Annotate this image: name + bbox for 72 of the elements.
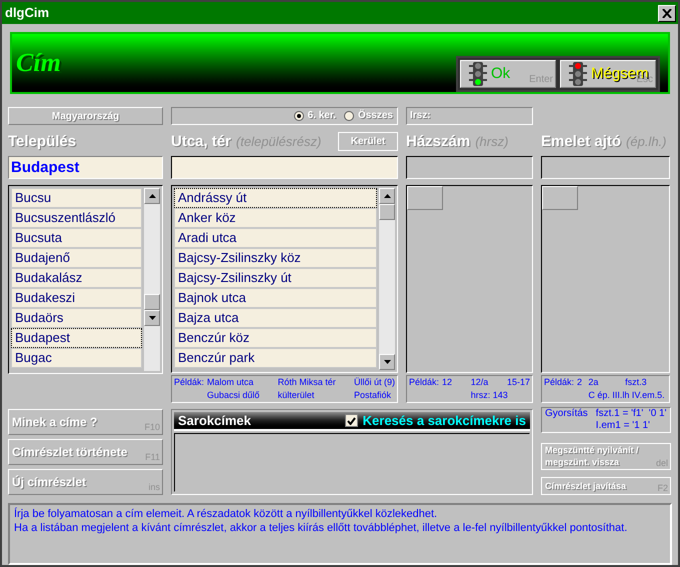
- scroll-up-button[interactable]: [379, 188, 395, 204]
- info-text: Ha a listában megjelent a kívánt címrészlet, akkor a teljes kiírás ellőtt továbbléphet, illetve a le-fel nyílbillentyűkkel pontosíthat.: [14, 521, 628, 535]
- column-heading: Utca, tér: [171, 132, 232, 152]
- floor-door-field[interactable]: [541, 156, 670, 179]
- traffic-light-icon: [569, 62, 587, 86]
- list-item[interactable]: Budajenő: [11, 248, 142, 268]
- example-text: 12/a: [470, 376, 488, 389]
- example-text: 15-17: [506, 376, 530, 389]
- panel-title: Sarokcímek: [178, 412, 251, 430]
- list-item[interactable]: Bajcsy-Zsilinszky út: [174, 268, 377, 288]
- scroll-thumb[interactable]: [144, 294, 160, 310]
- street-field[interactable]: [171, 156, 398, 179]
- example-text: Róth Miksa tér: [278, 376, 336, 389]
- traffic-light-icon: [469, 62, 487, 86]
- close-icon: [662, 8, 672, 18]
- column-heading: Település: [8, 132, 76, 152]
- house-number-field[interactable]: [406, 156, 533, 179]
- up-arrow-icon: [384, 194, 390, 198]
- list-item[interactable]: Bajnok utca: [174, 288, 377, 308]
- example-text: hrsz: 143: [470, 389, 509, 402]
- window-title: dlgCim: [5, 4, 50, 22]
- example-text: Gubacsi dűlő: [207, 389, 260, 402]
- scroll-down-button[interactable]: [379, 354, 395, 370]
- up-arrow-icon: [148, 194, 156, 198]
- info-text: Írja be folyamatosan a cím elemeit. A részadatok között a nyílbillentyűkkel közlekedhet.: [14, 507, 438, 521]
- scrollbar[interactable]: [144, 188, 160, 371]
- list-item[interactable]: Bucsu: [11, 188, 142, 208]
- examples-label: Példák:: [544, 376, 574, 389]
- example-text: 2a: [588, 376, 600, 389]
- list-item[interactable]: Budakeszi: [11, 288, 142, 308]
- speedup-label: Gyorsítás: [545, 408, 588, 421]
- list-item[interactable]: Benczúr köz: [174, 328, 377, 348]
- corner-search-checkbox[interactable]: Keresés a sarokcímekre is: [344, 410, 526, 430]
- irsz-label: Irsz:: [410, 109, 431, 124]
- header-title: Cím: [16, 47, 61, 79]
- example-text: fszt.3: [625, 376, 648, 389]
- example-text: Malom utca: [207, 376, 255, 389]
- examples-label: Példák:: [409, 376, 440, 389]
- close-button[interactable]: [658, 4, 676, 22]
- column-heading: Emelet ajtó: [541, 132, 622, 152]
- down-arrow-icon: [148, 316, 156, 320]
- list-item[interactable]: Budapest: [11, 328, 142, 348]
- checkmark-icon: [346, 416, 356, 424]
- list-item[interactable]: Anker köz: [174, 208, 377, 228]
- list-item[interactable]: Bucsuta: [11, 228, 142, 248]
- example-text: 2: [577, 376, 582, 389]
- list-item[interactable]: Bajcsy-Zsilinszky köz: [174, 248, 377, 268]
- example-text: C ép. III.lh IV.em.5.: [588, 389, 666, 402]
- down-arrow-icon: [384, 360, 390, 364]
- examples-label: Példák:: [174, 376, 204, 389]
- list-item[interactable]: Budakalász: [11, 268, 142, 288]
- scroll-up-button[interactable]: [144, 188, 160, 204]
- list-item[interactable]: Bajza utca: [174, 308, 377, 328]
- list-item[interactable]: Aradi utca: [174, 228, 377, 248]
- example-text: külterület: [278, 389, 316, 402]
- column-heading: Házszám: [406, 132, 470, 152]
- settlement-field[interactable]: Budapest: [8, 156, 163, 179]
- list-cell: [542, 186, 578, 210]
- scroll-down-button[interactable]: [144, 310, 160, 326]
- example-text: Postafiók: [354, 389, 392, 402]
- example-text: 12: [442, 376, 452, 389]
- speedup-text: fszt.1 = 'f1' '0 1': [596, 408, 667, 420]
- example-text: Üllői út (9): [354, 376, 395, 389]
- list-item[interactable]: Benczúr park: [174, 348, 377, 368]
- speedup-text: I.em1 = '1 1': [596, 420, 651, 432]
- list-item[interactable]: Bucsuszentlászló: [11, 208, 142, 228]
- list-item[interactable]: Bugac: [11, 348, 142, 368]
- list-item[interactable]: Budaörs: [11, 308, 142, 328]
- list-cell: [407, 186, 443, 210]
- list-item[interactable]: Andrássy út: [174, 188, 377, 208]
- scroll-thumb[interactable]: [379, 204, 395, 220]
- scrollbar[interactable]: [379, 188, 395, 370]
